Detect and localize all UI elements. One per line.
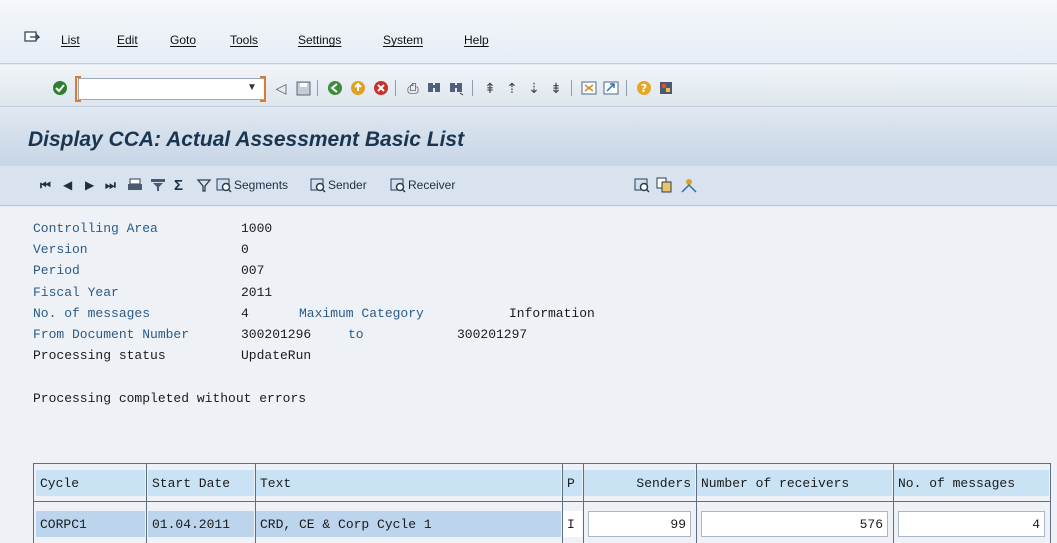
table-row-text[interactable]: CRD, CE & Corp Cycle 1 [256,511,561,537]
segments-button[interactable]: Segments [216,176,288,194]
sender-label: Sender [328,178,367,192]
first-record-icon[interactable]: ⏮ [40,176,51,194]
max-category-value: Information [509,306,595,321]
menu-system[interactable]: System [383,33,423,47]
menu-help[interactable]: Help [464,33,489,47]
print-list-icon[interactable] [127,176,143,194]
filter-icon[interactable] [150,176,166,194]
toolbar-separator [472,80,473,96]
column-header-senders[interactable]: Senders [584,470,695,496]
menu-goto[interactable]: Goto [170,33,196,47]
processing-status-label: Processing status [33,348,166,363]
help-icon[interactable]: ? [635,79,653,97]
detail-icon [216,178,232,193]
find-next-icon[interactable] [447,79,465,97]
next-page-icon[interactable]: ⇣ [525,79,543,97]
max-category-label: Maximum Category [299,306,424,321]
version-value: 0 [241,242,249,257]
back-icon[interactable] [326,79,344,97]
to-document-value: 300201297 [457,327,528,342]
table-row-senders[interactable]: 99 [588,511,691,537]
messages-label: No. of messages [33,306,151,321]
column-divider [696,463,697,543]
from-document-label: From Document Number [33,327,190,342]
processing-status-value: UpdateRun [241,348,312,363]
period-value: 007 [241,263,265,278]
fiscal-year-label: Fiscal Year [33,285,119,300]
previous-page-icon[interactable]: ⇡ [503,79,521,97]
menu-list[interactable]: List [61,33,80,47]
customize-layout-icon[interactable] [657,79,675,97]
column-divider [146,463,147,543]
column-divider [1050,463,1051,543]
detail-icon [310,178,326,193]
first-page-icon[interactable]: ⇞ [481,79,499,97]
receiver-label: Receiver [408,178,456,192]
cancel-icon[interactable] [372,79,390,97]
column-header-p[interactable]: P [563,470,582,496]
table-row-receivers[interactable]: 576 [701,511,888,537]
column-divider [893,463,894,543]
column-header-messages[interactable]: No. of messages [894,470,1049,496]
menu-edit[interactable]: Edit [117,33,138,47]
find-icon[interactable] [425,79,443,97]
column-divider [583,463,584,543]
sum-icon[interactable]: Σ [174,176,183,194]
shortcut-icon[interactable] [602,79,620,97]
toolbar-separator [317,80,318,96]
segments-label: Segments [234,178,289,192]
set-filter-icon[interactable] [196,176,212,194]
person-icon[interactable] [680,176,698,194]
period-label: Period [33,263,80,278]
detail-icon [390,178,406,193]
toolbar-separator [395,80,396,96]
fiscal-year-value: 2011 [241,285,273,300]
menu-bar [0,0,1057,64]
menu-tools[interactable]: Tools [230,33,258,47]
header-divider [33,501,1051,502]
display-icon[interactable] [634,176,650,194]
back-arrow-icon[interactable]: ◁ [272,79,290,97]
column-divider [562,463,563,543]
column-header-start-date[interactable]: Start Date [148,470,254,496]
save-icon[interactable] [294,79,312,97]
svg-text:?: ? [641,82,647,95]
column-header-receivers[interactable]: Number of receivers [697,470,892,496]
column-divider [255,463,256,543]
copy-icon[interactable] [656,176,672,194]
to-label: to [348,327,364,342]
dropdown-arrow-icon[interactable]: ▼ [243,79,261,97]
menu-icon[interactable] [24,31,40,45]
toolbar-separator [626,80,627,96]
receiver-button[interactable]: Receiver [390,176,455,194]
page-title: Display CCA: Actual Assessment Basic Lis… [28,128,465,151]
completion-message: Processing completed without errors [33,391,307,406]
table-row-start-date[interactable]: 01.04.2011 [148,511,254,537]
toolbar-separator [571,80,572,96]
table-row-cycle[interactable]: CORPC1 [36,511,145,537]
enter-check-icon[interactable] [51,79,69,97]
last-page-icon[interactable]: ⇟ [547,79,565,97]
sender-button[interactable]: Sender [310,176,367,194]
exit-icon[interactable] [349,79,367,97]
create-session-icon[interactable] [580,79,598,97]
previous-record-icon[interactable]: ◀ [63,176,72,194]
controlling-area-label: Controlling Area [33,221,158,236]
messages-value: 4 [241,306,249,321]
controlling-area-value: 1000 [241,221,273,236]
table-row-p[interactable]: I [563,511,582,537]
next-record-icon[interactable]: ▶ [85,176,94,194]
command-field-focus-left [75,76,81,102]
column-header-cycle[interactable]: Cycle [36,470,145,496]
column-header-text[interactable]: Text [256,470,561,496]
menu-settings[interactable]: Settings [298,33,341,47]
last-record-icon[interactable]: ⏭ [105,176,116,194]
print-icon[interactable]: ⎙ [404,79,422,97]
version-label: Version [33,242,88,257]
command-field[interactable] [78,78,266,100]
table-row-messages[interactable]: 4 [898,511,1045,537]
from-document-value: 300201296 [241,327,312,342]
